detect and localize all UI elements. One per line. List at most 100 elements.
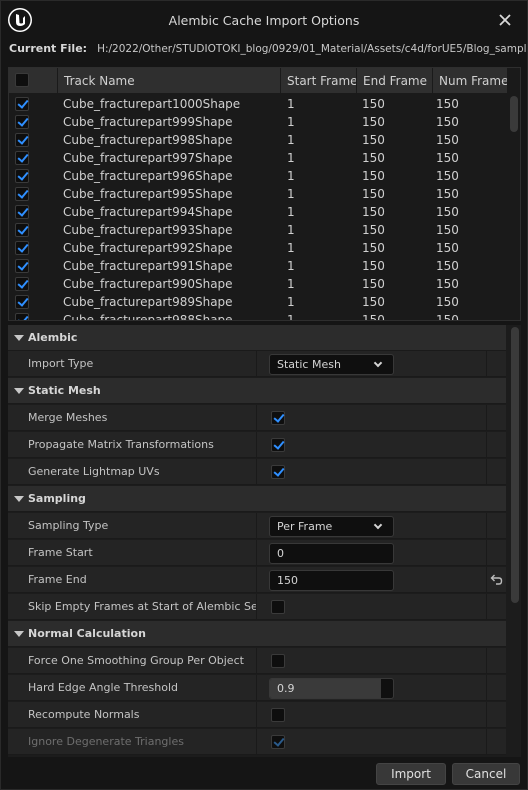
column-num-frame[interactable]: Num Frame	[432, 68, 507, 94]
property-label: Generate Lightmap UVs	[28, 465, 160, 478]
category-label: Sampling	[28, 492, 86, 505]
track-name-cell: Cube_fracturepart989Shape	[63, 295, 233, 309]
track-row[interactable]: Cube_fracturepart999Shape 1 150 150	[9, 113, 507, 131]
end-frame-cell: 150	[362, 313, 385, 321]
num-frame-cell: 150	[436, 205, 459, 219]
category-normal-calculation[interactable]: Normal Calculation	[8, 621, 506, 647]
property-sampling-type: Sampling Type Per Frame	[8, 513, 506, 539]
column-end-frame[interactable]: End Frame	[356, 68, 432, 94]
start-frame-cell: 1	[287, 187, 295, 201]
track-row[interactable]: Cube_fracturepart991Shape 1 150 150	[9, 257, 507, 275]
start-frame-cell: 1	[287, 313, 295, 321]
import-button[interactable]: Import	[376, 763, 446, 785]
end-frame-cell: 150	[362, 277, 385, 291]
column-start-frame[interactable]: Start Frame	[280, 68, 356, 94]
recompute-normals-checkbox[interactable]	[271, 708, 285, 722]
import-dialog: Alembic Cache Import Options Current Fil…	[0, 0, 528, 790]
column-divider	[256, 513, 257, 539]
track-checkbox[interactable]	[15, 277, 29, 291]
select-all-checkbox[interactable]	[15, 73, 29, 87]
track-checkbox[interactable]	[15, 169, 29, 183]
num-frame-cell: 150	[436, 169, 459, 183]
start-frame-cell: 1	[287, 205, 295, 219]
property-label: Sampling Type	[28, 519, 109, 532]
track-checkbox[interactable]	[15, 259, 29, 273]
category-label: Alembic	[28, 331, 78, 344]
track-name-cell: Cube_fracturepart988Shape	[63, 313, 233, 321]
frame-start-input[interactable]: 0	[269, 543, 394, 564]
property-skip-empty-frames: Skip Empty Frames at Start of Alembic Se…	[8, 594, 506, 620]
chevron-down-icon	[373, 358, 383, 368]
track-row[interactable]: Cube_fracturepart997Shape 1 150 150	[9, 149, 507, 167]
track-row[interactable]: Cube_fracturepart990Shape 1 150 150	[9, 275, 507, 293]
start-frame-cell: 1	[287, 259, 295, 273]
category-sampling[interactable]: Sampling	[8, 486, 506, 512]
track-row[interactable]: Cube_fracturepart993Shape 1 150 150	[9, 221, 507, 239]
column-divider	[256, 648, 257, 674]
details-scrollbar[interactable]	[511, 327, 519, 603]
track-checkbox[interactable]	[15, 295, 29, 309]
property-merge-meshes: Merge Meshes	[8, 405, 506, 431]
end-frame-cell: 150	[362, 295, 385, 309]
track-row[interactable]: Cube_fracturepart992Shape 1 150 150	[9, 239, 507, 257]
cancel-button[interactable]: Cancel	[452, 763, 520, 785]
track-row[interactable]: Cube_fracturepart989Shape 1 150 150	[9, 293, 507, 311]
track-name-cell: Cube_fracturepart999Shape	[63, 115, 233, 129]
close-icon[interactable]	[495, 10, 515, 30]
force-one-smoothing-checkbox[interactable]	[271, 654, 285, 668]
track-row[interactable]: Cube_fracturepart995Shape 1 150 150	[9, 185, 507, 203]
skip-empty-frames-checkbox[interactable]	[271, 600, 285, 614]
sampling-type-dropdown[interactable]: Per Frame	[269, 516, 394, 537]
collapse-arrow-icon	[14, 496, 24, 502]
track-checkbox[interactable]	[15, 115, 29, 129]
track-checkbox[interactable]	[15, 133, 29, 147]
column-divider	[256, 675, 257, 701]
end-frame-cell: 150	[362, 241, 385, 255]
property-label: Recompute Normals	[28, 708, 140, 721]
generate-lightmap-checkbox[interactable]	[271, 465, 285, 479]
hard-edge-angle-slider[interactable]: 0.9	[269, 678, 394, 699]
property-frame-end: Frame End 150	[8, 567, 506, 593]
track-checkbox[interactable]	[15, 97, 29, 111]
start-frame-cell: 1	[287, 133, 295, 147]
column-divider	[486, 513, 487, 539]
track-row[interactable]: Cube_fracturepart1000Shape 1 150 150	[9, 95, 507, 113]
track-table-header: Track Name Start Frame End Frame Num Fra…	[9, 68, 507, 94]
end-frame-cell: 150	[362, 205, 385, 219]
end-frame-cell: 150	[362, 223, 385, 237]
category-label: Static Mesh	[28, 384, 101, 397]
track-checkbox[interactable]	[15, 151, 29, 165]
import-type-dropdown[interactable]: Static Mesh	[269, 354, 394, 375]
ignore-degenerate-checkbox	[271, 735, 285, 749]
start-frame-cell: 1	[287, 151, 295, 165]
property-label: Skip Empty Frames at Start of Alembic Se…	[28, 600, 256, 613]
track-row[interactable]: Cube_fracturepart998Shape 1 150 150	[9, 131, 507, 149]
column-track-name[interactable]: Track Name	[57, 68, 280, 94]
category-alembic[interactable]: Alembic	[8, 325, 506, 351]
start-frame-cell: 1	[287, 241, 295, 255]
property-label: Merge Meshes	[28, 411, 108, 424]
property-recompute-normals: Recompute Normals	[8, 702, 506, 728]
track-name-cell: Cube_fracturepart1000Shape	[63, 97, 241, 111]
title-bar[interactable]: Alembic Cache Import Options	[1, 1, 527, 39]
num-frame-cell: 150	[436, 223, 459, 237]
track-checkbox[interactable]	[15, 205, 29, 219]
merge-meshes-checkbox[interactable]	[271, 411, 285, 425]
track-name-cell: Cube_fracturepart991Shape	[63, 259, 233, 273]
dialog-footer: Import Cancel	[1, 759, 527, 789]
property-label: Import Type	[28, 357, 94, 370]
reset-arrow-icon[interactable]	[489, 573, 503, 587]
propagate-matrix-checkbox[interactable]	[271, 438, 285, 452]
track-checkbox[interactable]	[15, 241, 29, 255]
collapse-arrow-icon	[14, 631, 24, 637]
property-propagate-matrix: Propagate Matrix Transformations	[8, 432, 506, 458]
track-row[interactable]: Cube_fracturepart994Shape 1 150 150	[9, 203, 507, 221]
track-table-scrollbar[interactable]	[510, 96, 518, 132]
frame-end-input[interactable]: 150	[269, 570, 394, 591]
track-row[interactable]: Cube_fracturepart988Shape 1 150 150	[9, 311, 507, 321]
category-static-mesh[interactable]: Static Mesh	[8, 378, 506, 404]
track-checkbox[interactable]	[15, 313, 29, 320]
track-row[interactable]: Cube_fracturepart996Shape 1 150 150	[9, 167, 507, 185]
track-checkbox[interactable]	[15, 223, 29, 237]
track-checkbox[interactable]	[15, 187, 29, 201]
